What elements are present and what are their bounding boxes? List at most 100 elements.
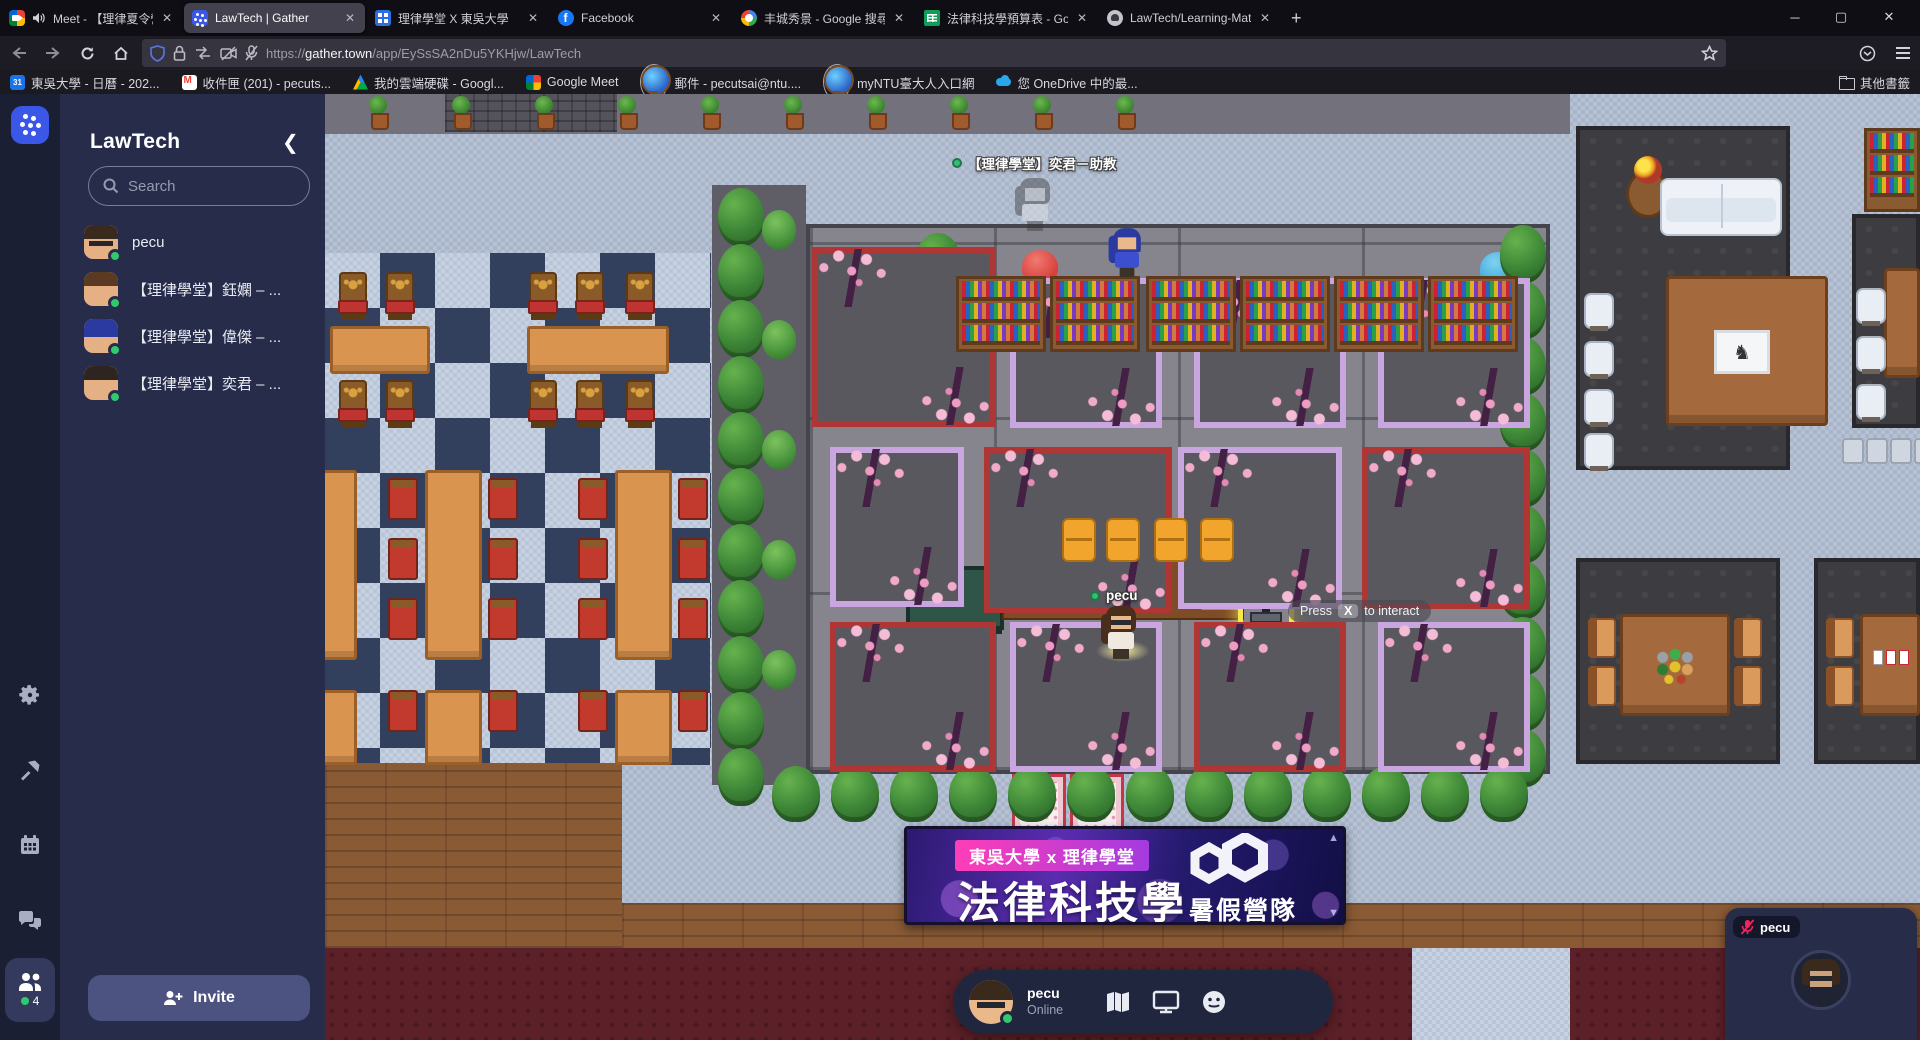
red-chair <box>488 598 518 640</box>
folder-icon <box>1839 75 1854 90</box>
orange-chair <box>1106 518 1140 562</box>
ornate-chair <box>338 272 368 320</box>
camera-blocked-icon[interactable] <box>220 46 237 61</box>
red-chair <box>678 690 708 732</box>
space-title: LawTech <box>90 130 180 154</box>
participants-button[interactable]: 4 <box>5 958 55 1022</box>
minimap-icon[interactable] <box>1103 987 1133 1017</box>
bookmark-star-icon[interactable] <box>1701 45 1718 62</box>
bookmark-gmail[interactable]: 收件匣 (201) - pecuts... <box>182 73 332 92</box>
window-minimize-button[interactable]: ─ <box>1772 0 1818 34</box>
tab-close-icon[interactable]: ✕ <box>1075 11 1089 25</box>
forward-button[interactable] <box>38 40 68 66</box>
tab-facebook[interactable]: Facebook ✕ <box>550 3 731 33</box>
tab-meet[interactable]: Meet - 【理律夏令營】線上會... ✕ <box>1 3 182 33</box>
gather-logo[interactable] <box>11 106 49 144</box>
playing-cards[interactable] <box>1873 650 1911 666</box>
tab-bar: Meet - 【理律夏令營】線上會... ✕ LawTech | Gather … <box>0 0 1920 36</box>
invite-button[interactable]: Invite <box>88 975 310 1021</box>
sofa <box>1660 178 1782 236</box>
bush <box>762 540 796 580</box>
tab-github[interactable]: LawTech/Learning-Materials ✕ <box>1099 3 1280 33</box>
settings-gear-icon[interactable] <box>17 682 43 708</box>
tracking-shield-icon[interactable] <box>150 45 165 62</box>
player-nametag-pecu: pecu <box>1090 588 1138 603</box>
menu-hamburger-icon[interactable] <box>1888 40 1918 66</box>
tab-google-search[interactable]: 丰城秀景 - Google 搜尋 ✕ <box>733 3 914 33</box>
tab-close-icon[interactable]: ✕ <box>1258 11 1272 25</box>
red-chair <box>578 538 608 580</box>
participant-row[interactable]: 【理律學堂】偉傑 – ... <box>84 316 314 356</box>
home-button[interactable] <box>106 40 136 66</box>
blue-avatar <box>1110 228 1145 278</box>
avatar <box>84 319 118 353</box>
search-input[interactable] <box>128 178 288 195</box>
red-chair <box>678 598 708 640</box>
bush <box>762 650 796 690</box>
reload-button[interactable] <box>72 40 102 66</box>
participant-row[interactable]: 【理律學堂】鈺嫻 – ... <box>84 269 314 309</box>
red-chair <box>578 478 608 520</box>
cypress-tree <box>1067 766 1115 822</box>
bookmark-onedrive[interactable]: 您 OneDrive 中的最... <box>996 73 1137 92</box>
tab-audio-icon[interactable] <box>32 12 46 24</box>
bookshelf <box>1240 276 1330 352</box>
ornate-chair <box>528 380 558 428</box>
interact-tooltip: PressXto interact <box>1288 600 1431 622</box>
tan-chair <box>1826 666 1854 706</box>
tab-title: Meet - 【理律夏令營】線上會... <box>53 10 153 27</box>
screenshare-icon[interactable] <box>1151 987 1181 1017</box>
tab-close-icon[interactable]: ✕ <box>343 11 357 25</box>
tab-close-icon[interactable]: ✕ <box>160 11 174 25</box>
red-chair <box>578 690 608 732</box>
autoplay-blocked-icon[interactable] <box>194 46 212 60</box>
calendar-icon[interactable] <box>17 832 43 858</box>
url-text[interactable]: https://gather.town/app/EySsSA2nDu5YKHjw… <box>266 46 1693 61</box>
board-game[interactable] <box>1653 646 1697 684</box>
red-chair <box>388 538 418 580</box>
tab-close-icon[interactable]: ✕ <box>526 11 540 25</box>
self-video-tile[interactable]: pecu <box>1725 908 1917 1040</box>
picture-frame[interactable]: ♞ <box>1714 330 1770 374</box>
player-avatar-pecu[interactable] <box>1102 606 1140 660</box>
player-avatar-button[interactable] <box>969 980 1013 1024</box>
tab-leeandli[interactable]: 理律學堂 X 東吳大學 ✕ <box>367 3 548 33</box>
search-box[interactable] <box>88 166 310 206</box>
online-status-dot <box>1000 1011 1015 1026</box>
gray-chair <box>1842 438 1864 464</box>
gray-chair <box>1914 438 1920 464</box>
microphone-blocked-icon[interactable] <box>245 45 258 61</box>
window-close-button[interactable]: ✕ <box>1866 0 1912 34</box>
back-button[interactable] <box>4 40 34 66</box>
chat-bubbles-icon[interactable] <box>17 908 43 934</box>
study-table <box>615 470 672 660</box>
pocket-icon[interactable] <box>1852 40 1882 66</box>
bookmark-drive[interactable]: 我的雲端硬碟 - Googl... <box>353 73 504 92</box>
participant-row-pecu[interactable]: pecu <box>84 222 314 262</box>
invite-person-plus-icon <box>163 990 183 1006</box>
other-bookmarks-button[interactable]: 其他書籤 <box>1839 73 1910 92</box>
sidebar-collapse-chevron-icon[interactable]: ❮ <box>282 130 299 155</box>
participant-row[interactable]: 【理律學堂】奕君 – ... <box>84 363 314 403</box>
tan-chair <box>1588 666 1616 706</box>
new-tab-button[interactable]: + <box>1281 6 1312 31</box>
bookmark-calendar[interactable]: 31東吳大學 - 日曆 - 202... <box>10 73 160 92</box>
url-bar[interactable]: https://gather.town/app/EySsSA2nDu5YKHjw… <box>142 39 1726 67</box>
game-map[interactable]: ♞ 東吳大學 x 理律學堂 法律科技學 暑假營隊 ▲ ▼ 【理律學堂】奕君－助教… <box>325 94 1920 1040</box>
tab-close-icon[interactable]: ✕ <box>892 11 906 25</box>
tab-sheets[interactable]: 法律科技學預算表 - Google 試... ✕ <box>916 3 1097 33</box>
cypress-tree <box>1244 766 1292 822</box>
potted-plant <box>451 96 471 128</box>
tab-gather-active[interactable]: LawTech | Gather ✕ <box>184 3 365 33</box>
event-banner[interactable]: 東吳大學 x 理律學堂 法律科技學 暑假營隊 ▲ ▼ <box>904 826 1346 925</box>
scroll-up-icon[interactable]: ▲ <box>1328 832 1339 844</box>
build-hammer-icon[interactable] <box>17 758 43 784</box>
scroll-down-icon[interactable]: ▼ <box>1328 907 1339 919</box>
emote-smiley-icon[interactable] <box>1199 987 1229 1017</box>
bookmark-meet[interactable]: Google Meet <box>526 75 619 90</box>
gather-logo-dots <box>23 114 28 119</box>
player-identity[interactable]: pecu Online <box>1027 985 1063 1018</box>
lock-icon[interactable] <box>173 45 186 61</box>
tab-close-icon[interactable]: ✕ <box>709 11 723 25</box>
window-restore-button[interactable]: ▢ <box>1818 0 1864 34</box>
